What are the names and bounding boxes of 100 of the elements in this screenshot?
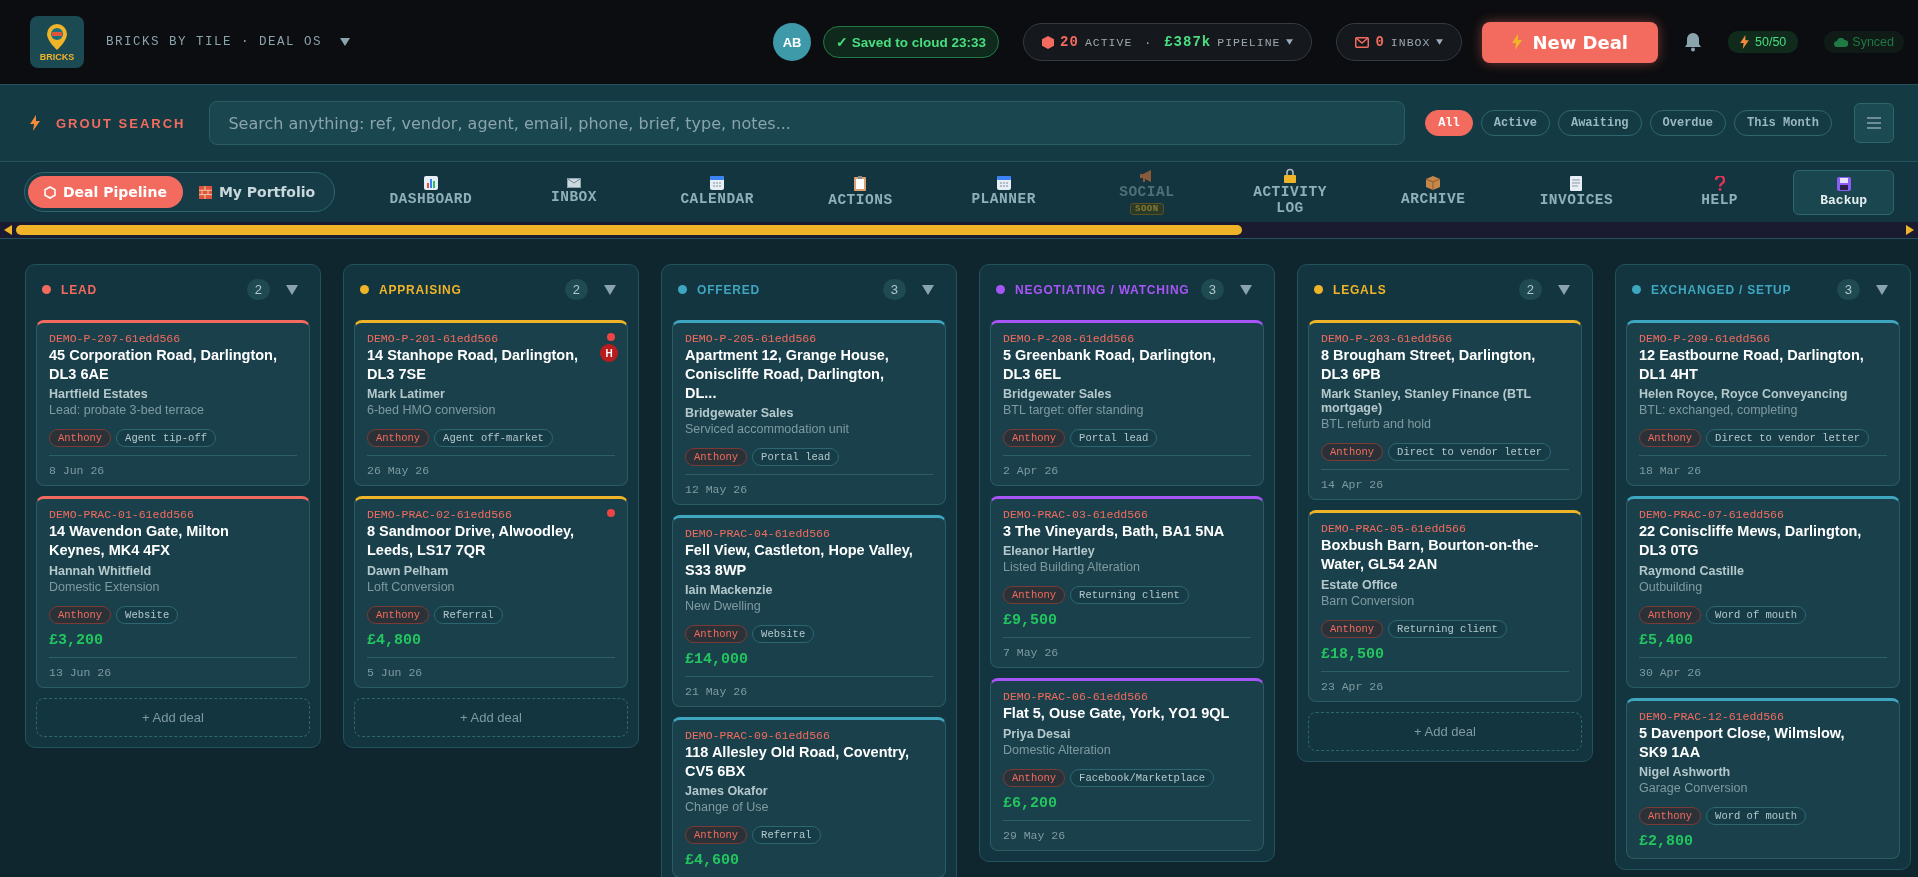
owner-tag: Anthony <box>1321 443 1384 462</box>
scrollbar-thumb[interactable] <box>16 225 1242 235</box>
owner-tag: Anthony <box>1003 429 1066 448</box>
backup-button[interactable]: Backup <box>1793 169 1895 215</box>
menu-icon <box>1867 117 1881 129</box>
inbox-button[interactable]: 0 INBOX <box>1336 23 1463 61</box>
filter-chip[interactable]: All <box>1425 110 1473 136</box>
nav-tab[interactable]: HELP <box>1650 174 1790 210</box>
nav-tab[interactable]: CALENDAR <box>647 175 787 209</box>
search-field[interactable]: Search anything: ref, vendor, agent, email, phone, brief, type, notes... <box>209 101 1406 145</box>
source-tag: Direct to vendor letter <box>1388 443 1552 462</box>
horizontal-scrollbar[interactable] <box>0 222 1918 239</box>
source-tag: Referral <box>434 605 503 624</box>
collapse-caret-icon[interactable] <box>1240 284 1252 295</box>
deal-brief: BTL target: offer standing <box>1003 403 1145 418</box>
column-title: NEGOTIATING / WATCHING <box>1015 282 1191 297</box>
deal-ref: DEMO-P-207-61edd566 <box>49 332 182 345</box>
deal-address: 22 Coniscliffe Mews, Darlington, DL3 0TG <box>1639 522 1863 561</box>
deal-value: £14,000 <box>685 650 749 668</box>
nav-tab[interactable]: INVOICES <box>1506 174 1647 210</box>
deal-date: 12 May 26 <box>685 474 933 497</box>
deal-card[interactable]: DEMO-PRAC-03-61edd566 3 The Vineyards, Bath, BA1 5NA Eleanor Hartley Listed Building Alteration Anthony Returning client £9,500 7 May 26 <box>990 496 1264 669</box>
scroll-right-icon[interactable] <box>1906 225 1914 235</box>
nav-tab[interactable]: ACTIONS <box>790 174 931 210</box>
count-badge: 3 <box>1200 279 1224 300</box>
deal-contact: Bridgewater Sales <box>685 406 795 421</box>
collapse-caret-icon[interactable] <box>286 284 298 295</box>
owner-tag: Anthony <box>49 429 112 448</box>
nav-tab[interactable]: INBOX <box>504 177 644 207</box>
soon-badge: SOON <box>1130 202 1164 215</box>
deal-date: 5 Jun 26 <box>367 656 615 679</box>
bell-icon[interactable] <box>1684 32 1702 52</box>
caret-icon <box>1286 39 1294 45</box>
deal-card[interactable]: DEMO-P-209-61edd566 12 Eastbourne Road, Darlington, DL1 4HT Helen Royce, Royce Conveyancing BTL: exchanged, completing Anthony Direct to vendor letter 18 Mar 26 <box>1626 320 1900 487</box>
count-badge: 2 <box>1518 279 1542 300</box>
deal-value: £3,200 <box>49 631 104 649</box>
deal-card[interactable]: DEMO-PRAC-05-61edd566 Boxbush Barn, Bourton-on-the-Water, GL54 2AN Estate Office Barn Conversion Anthony Returning client £18,500 23 Apr 26 <box>1308 510 1582 702</box>
caret-icon <box>1436 39 1444 45</box>
new-deal-button[interactable]: New Deal <box>1482 21 1658 63</box>
add-deal-button[interactable]: + Add deal <box>36 697 310 737</box>
nav-tab[interactable]: ACTIVITY LOG <box>1220 166 1360 218</box>
deal-date: 23 Apr 26 <box>1321 670 1569 693</box>
nav-tab[interactable]: ARCHIVE <box>1363 175 1503 209</box>
deal-card[interactable]: DEMO-P-203-61edd566 8 Brougham Street, Darlington, DL3 6PB Mark Stanley, Stanley Finance (BTL mortgage) BTL refurb and hold Anthony Direct to vendor letter 14 Apr 26 <box>1308 320 1582 501</box>
deal-ref: DEMO-PRAC-01-61edd566 <box>49 508 195 522</box>
nav-tab[interactable]: PLANNER <box>934 175 1074 209</box>
deal-card[interactable]: H DEMO-P-201-61edd566 14 Stanhope Road, Darlington, DL3 7SE Mark Latimer 6-bed HMO conversion Anthony Agent off-market 26 May 26 <box>354 320 628 487</box>
deal-date: 2 Apr 26 <box>1003 455 1251 478</box>
deal-brief: Change of Use <box>685 799 770 814</box>
collapse-caret-icon[interactable] <box>922 284 934 295</box>
menu-button[interactable] <box>1854 103 1894 143</box>
bar-chart-icon <box>423 176 438 191</box>
logo-tile[interactable]: BRICKS <box>30 16 84 68</box>
deal-value: £4,600 <box>685 851 740 869</box>
add-deal-button[interactable]: + Add deal <box>354 697 628 737</box>
add-deal-button[interactable]: + Add deal <box>1308 711 1582 751</box>
deal-card[interactable]: DEMO-PRAC-07-61edd566 22 Coniscliffe Mews, Darlington, DL3 0TG Raymond Castille Outbuilding Anthony Word of mouth £5,400 30 Apr 26 <box>1626 496 1900 688</box>
source-tag: Website <box>752 624 815 643</box>
deal-ref: DEMO-P-208-61edd566 <box>1003 332 1136 345</box>
deal-card[interactable]: DEMO-PRAC-04-61edd566 Fell View, Castleton, Hope Valley, S33 8WP Iain Mackenzie New Dwelling Anthony Website £14,000 21 May 26 <box>672 515 946 707</box>
deal-address: 5 Greenbank Road, Darlington, DL3 6EL <box>1003 346 1217 385</box>
deal-card[interactable]: DEMO-PRAC-09-61edd566 118 Allesley Old Road, Coventry, CV5 6BX James Okafor Change of Use Anthony Referral £4,600 <box>672 716 946 877</box>
deal-date: 7 May 26 <box>1003 637 1251 660</box>
deal-value: £4,800 <box>367 631 422 649</box>
deal-contact: Hartfield Estates <box>49 387 149 402</box>
deal-brief: New Dwelling <box>685 598 762 613</box>
owner-tag: Anthony <box>685 624 748 643</box>
deal-ref: DEMO-PRAC-09-61edd566 <box>685 728 831 742</box>
deal-card[interactable]: DEMO-PRAC-12-61edd566 5 Davenport Close, Wilmslow, SK9 1AA Nigel Ashworth Garage Conversion Anthony Word of mouth £2,800 <box>1626 697 1900 859</box>
deal-card[interactable]: DEMO-PRAC-01-61edd566 14 Wavendon Gate, Milton Keynes, MK4 4FX Hannah Whitfield Domestic Extension Anthony Website £3,200 13 Jun 26 <box>36 496 310 688</box>
deal-address: Boxbush Barn, Bourton-on-the-Water, GL54 2AN <box>1321 536 1540 575</box>
document-icon <box>1570 175 1583 191</box>
deal-contact: Iain Mackenzie <box>685 582 774 597</box>
collapse-caret-icon[interactable] <box>1558 284 1570 295</box>
view-tab[interactable]: My Portfolio <box>182 176 332 208</box>
deal-contact: Priya Desai <box>1003 726 1072 741</box>
deal-card[interactable]: DEMO-P-207-61edd566 45 Corporation Road, Darlington, DL3 6AE Hartfield Estates Lead: probate 3-bed terrace Anthony Agent tip-off 8 Jun 26 <box>36 320 310 487</box>
deal-value: £18,500 <box>1321 645 1385 663</box>
deal-card[interactable]: DEMO-P-208-61edd566 5 Greenbank Road, Darlington, DL3 6EL Bridgewater Sales BTL target: offer standing Anthony Portal lead 2 Apr 26 <box>990 320 1264 487</box>
deal-brief: 6-bed HMO conversion <box>367 403 497 418</box>
search-label: GROUT SEARCH <box>56 115 186 131</box>
avatar[interactable]: AB <box>773 23 812 61</box>
deal-brief: Barn Conversion <box>1321 593 1416 608</box>
view-tab[interactable]: Deal Pipeline <box>28 176 183 208</box>
deal-ref: DEMO-P-209-61edd566 <box>1639 332 1772 345</box>
deal-contact: Dawn Pelham <box>367 563 450 578</box>
pipeline-stats-button[interactable]: 20 ACTIVE · £387k PIPELINE <box>1023 23 1313 61</box>
source-tag: Word of mouth <box>1706 605 1807 624</box>
deal-card[interactable]: DEMO-PRAC-06-61edd566 Flat 5, Ouse Gate, York, YO1 9QL Priya Desai Domestic Alteration Anthony Facebook/Marketplace £6,200 29 May 26 <box>990 678 1264 851</box>
owner-tag: Anthony <box>1639 806 1702 825</box>
caret-icon[interactable] <box>340 38 351 46</box>
collapse-caret-icon[interactable] <box>1876 284 1888 295</box>
scroll-left-icon[interactable] <box>4 225 12 235</box>
box-icon <box>1426 176 1441 191</box>
deal-card[interactable]: DEMO-PRAC-02-61edd566 8 Sandmoor Drive, Alwoodley, Leeds, LS17 7QR Dawn Pelham Loft Conversion Anthony Referral £4,800 5 Jun 26 <box>354 496 628 688</box>
deal-ref: DEMO-PRAC-05-61edd566 <box>1321 522 1467 536</box>
collapse-caret-icon[interactable] <box>604 284 616 295</box>
deal-brief: Domestic Alteration <box>1003 742 1112 757</box>
nav-tab[interactable]: DASHBOARD <box>361 175 501 209</box>
deal-card[interactable]: DEMO-P-205-61edd566 Apartment 12, Grange House, Coniscliffe Road, Darlington, DL... Bridgewater Sales Serviced accommodation unit Anthony Portal lead 12 May 26 <box>672 320 946 506</box>
